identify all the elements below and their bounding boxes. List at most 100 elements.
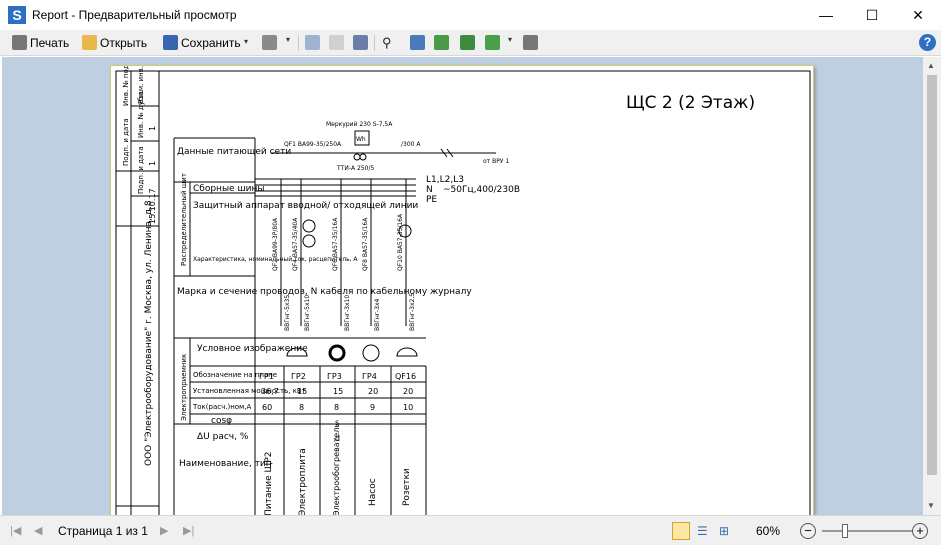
toolbar: Печать Открыть Сохранить ▾ ▾ ⚲ ▾ ? [0,30,941,56]
col4-power: 20 [368,387,378,396]
bus-n-desc-label: ~50Гц,400/230В [443,185,520,195]
scroll-down-icon[interactable]: ▼ [927,501,935,510]
col2-desig: ГР2 [291,372,306,381]
col3-current: 8 [334,403,339,412]
help-page-icon[interactable] [329,35,344,50]
row-symbol-label: Условное изображение [197,344,308,354]
row-power-label: Установленная мощность, кВт [193,387,306,395]
maximize-button[interactable]: ☐ [849,0,895,30]
single-page-view-icon[interactable] [672,522,690,540]
two-pages-icon[interactable] [460,35,475,50]
electrical-schematic: ЩС 2 (2 Этаж) Данные питающей сети Сборн… [115,57,811,515]
prev-page-icon[interactable]: ◀ [34,516,42,546]
last-page-icon[interactable]: ▶| [183,516,194,546]
col4-desig: ГР4 [362,372,377,381]
row-supply-label: Данные питающей сети [177,147,291,157]
col3-power: 15 [333,387,343,396]
pages-dropdown-icon[interactable]: ▾ [508,35,514,50]
row-du-label: ΔU расч, % [197,432,249,442]
page-width-icon[interactable] [434,35,449,50]
preview-viewport[interactable]: ЩС 2 (2 Этаж) Данные питающей сети Сборн… [2,57,923,515]
zoom-slider-thumb[interactable] [841,524,848,538]
vertical-scrollbar[interactable]: ▲ ▼ [923,57,941,515]
col2-power: 15 [297,387,307,396]
left-org-text: ООО "Электрооборудование" г. Москва, ул.… [144,200,154,466]
col1-name: Питание ЩР2 [264,451,274,515]
rotated-val-3: 15.10.17 [148,188,157,224]
rotated-val-2: 1 [148,161,157,166]
save-button[interactable]: Сохранить [163,33,241,53]
cable-1: ВВГнг-5х35 [284,295,291,331]
binoculars-icon[interactable]: ⚲ [382,35,397,50]
page-setup-icon[interactable] [523,35,538,50]
left-col-5: Подп. и дата [137,146,145,194]
open-label: Открыть [100,36,148,50]
col4-name: Насос [368,478,378,506]
status-bar: |◀ ◀ Страница 1 из 1 ▶ ▶| ☰ ⊞ 60% − + [0,515,941,545]
bus-phases-label: L1,L2,L3 [426,175,464,185]
from-label: от ВРУ 1 [483,158,509,165]
multiple-pages-icon[interactable] [485,35,500,50]
document-outline-icon[interactable] [353,35,368,50]
open-button[interactable]: Открыть [82,33,147,53]
zoom-in-button[interactable]: + [912,523,928,539]
find-text-icon[interactable] [305,35,320,50]
breaker-3: QF6 ВА57-35/16А [332,217,339,271]
rotated-val-1: 1 [148,126,157,131]
first-page-icon[interactable]: |◀ [10,516,21,546]
breaker-4: QF8 ВА57-35/16А [362,217,369,271]
col5-name: Розетки [402,468,412,506]
cable-2: ВВГнг-5х10 [304,295,311,331]
row-name-label: Наименование, тип [179,459,272,469]
left-col-2: Подп. и дата [122,118,130,166]
col5-desig: QF16 [395,372,416,381]
col5-current: 10 [403,403,413,412]
save-dropdown-icon[interactable]: ▾ [244,37,250,46]
next-page-icon[interactable]: ▶ [160,516,168,546]
row-protect-label: Защитный аппарат вводной/ отходящей лини… [193,201,418,211]
col5-power: 20 [403,387,413,396]
print-button[interactable]: Печать [12,33,69,53]
send-email-icon[interactable] [262,35,277,50]
breaker-1: QF2 ВА99-3Р/80А [272,217,279,271]
scroll-thumb[interactable] [927,75,937,475]
app-logo-icon: S [8,6,26,24]
help-icon[interactable]: ? [919,34,936,51]
schematic-heading: ЩС 2 (2 Этаж) [626,93,755,113]
printer-icon [12,35,27,50]
bus-pe-label: PE [426,195,437,205]
floppy-icon [163,35,178,50]
report-page: ЩС 2 (2 Этаж) Данные питающей сети Сборн… [110,57,814,515]
cable-5: ВВГнг-3х2,5 [409,293,416,331]
col1-power: 36,7 [261,387,279,396]
zoom-out-button[interactable]: − [800,523,816,539]
window-title: Report - Предварительный просмотр [32,8,237,22]
ct-label: ТТИ-А 250/5 [336,165,374,172]
close-button[interactable]: ✕ [895,0,941,30]
col1-desig: ГР1 [259,372,274,381]
zoom-slider-track[interactable] [822,530,912,532]
breaker-5: QF10 ВА57-35/16А [397,213,404,271]
scroll-up-icon[interactable]: ▲ [927,61,935,70]
print-label: Печать [30,36,70,50]
dist-label: /300 А [401,141,421,148]
bus-n-label: N [426,185,433,195]
col3-desig: ГР3 [327,372,342,381]
folder-icon [82,35,97,50]
single-page-icon[interactable] [410,35,425,50]
multipage-view-icon[interactable]: ⊞ [719,516,729,546]
title-bar: S Report - Предварительный просмотр — ☐ … [0,0,941,30]
row-cos-label: cosφ [211,416,232,426]
row-board-label: Распределительный щит [180,173,188,266]
cable-4: ВВГнг-3х4 [374,299,381,332]
cable-3: ВВГнг-3х10 [344,295,351,331]
continuous-view-icon[interactable]: ☰ [697,516,708,546]
save-label: Сохранить [181,36,241,50]
send-dropdown-icon[interactable]: ▾ [286,35,292,50]
meter-box-label: Wh [356,136,366,143]
meter-label: Меркурий 230 S-7,5А [326,121,393,128]
minimize-button[interactable]: — [803,0,849,30]
col2-current: 8 [299,403,304,412]
left-col-1: Инв. № подл. [122,66,130,106]
col2-name: Электроплита [298,448,308,515]
